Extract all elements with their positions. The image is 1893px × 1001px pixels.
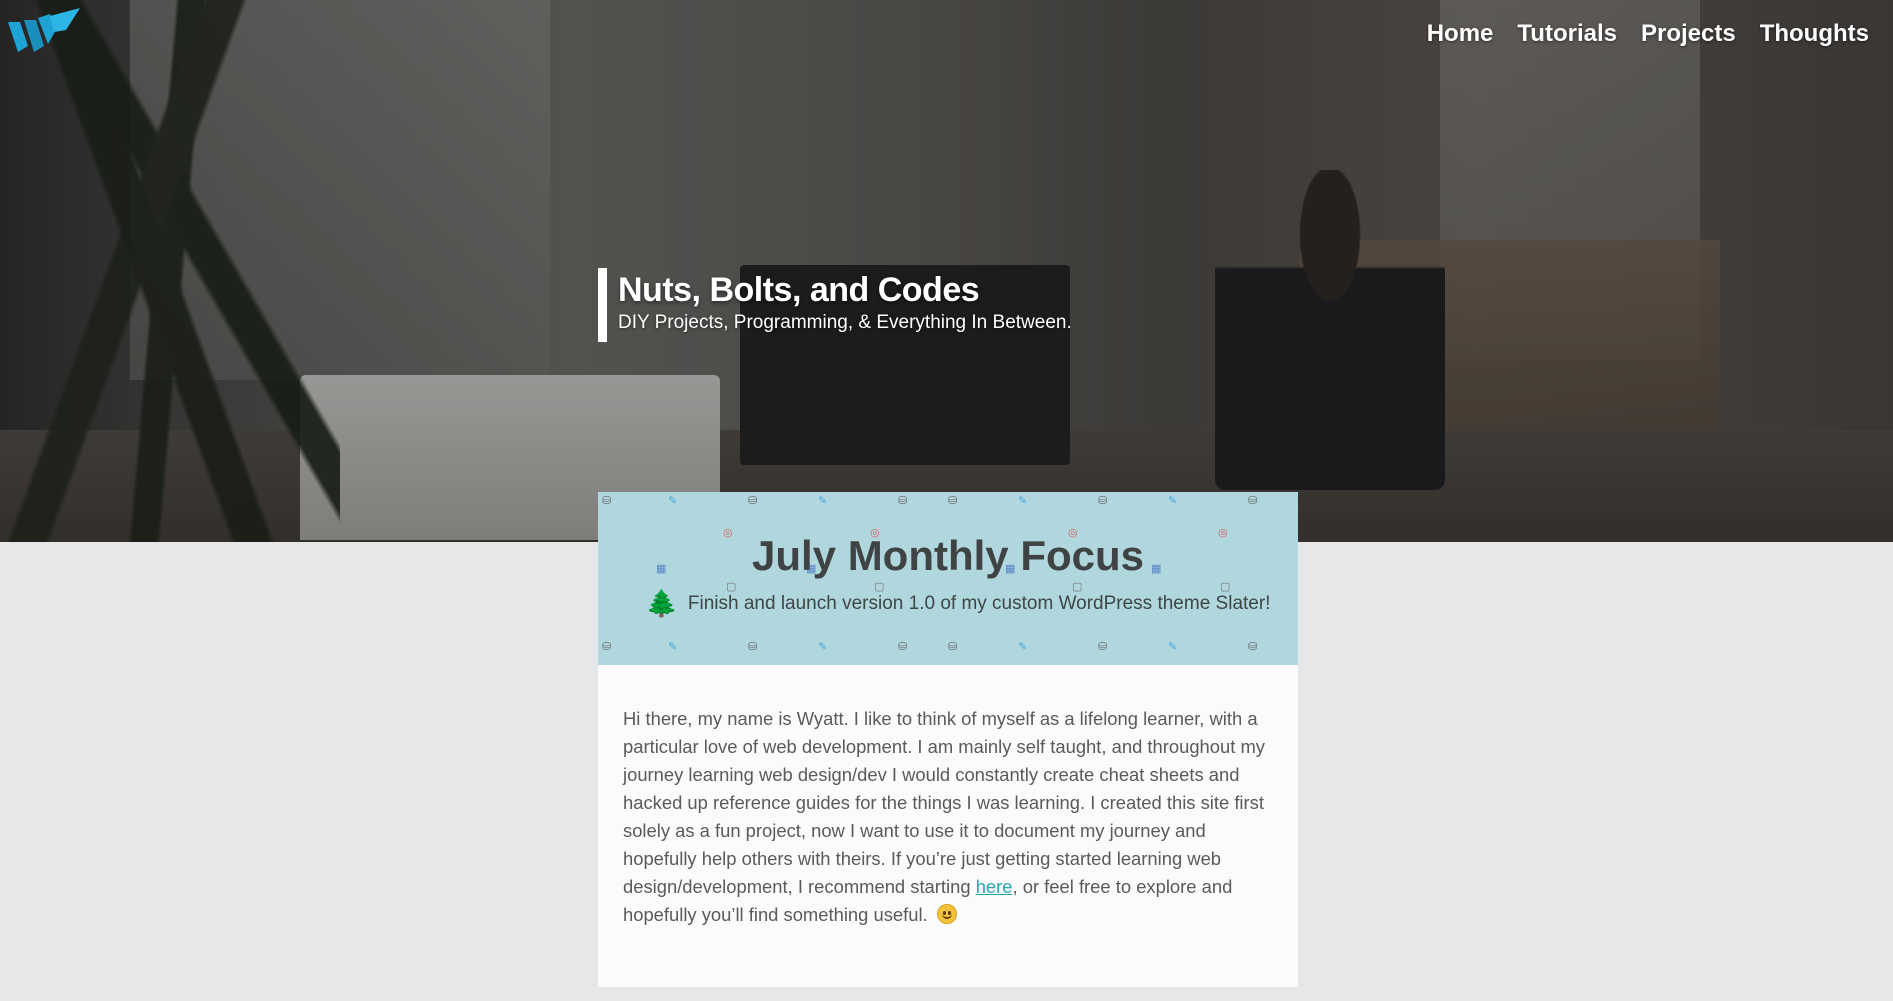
tree-icon: 🌲	[645, 588, 678, 618]
focus-title: July Monthly Focus	[751, 532, 1145, 579]
intro-text: Hi there, my name is Wyatt. I like to th…	[623, 708, 1265, 897]
smile-emoji-icon	[936, 904, 957, 924]
nav-projects[interactable]: Projects	[1641, 20, 1736, 48]
site-tagline: DIY Projects, Programming, & Everything …	[618, 312, 1072, 333]
main-nav: Home Tutorials Projects Thoughts	[1427, 20, 1869, 48]
nav-thoughts[interactable]: Thoughts	[1760, 20, 1869, 48]
nav-home[interactable]: Home	[1427, 20, 1494, 48]
monthly-focus-banner: ⛁ ✎ ⛁ ✎ ⛁ ⛁ ✎ ⛁ ✎ ⛁ ◎ ◎ ◎ ◎ ▦ ▦ ▦ ▦ ▢ ▢ …	[598, 492, 1298, 665]
focus-goal: 🌲 Finish and launch version 1.0 of my cu…	[638, 588, 1278, 619]
site-logo[interactable]	[6, 8, 82, 54]
nav-tutorials[interactable]: Tutorials	[1517, 20, 1617, 48]
site-branding: Nuts, Bolts, and Codes DIY Projects, Pro…	[598, 268, 1072, 342]
intro-paragraph: Hi there, my name is Wyatt. I like to th…	[623, 705, 1273, 929]
focus-goal-text: Finish and launch version 1.0 of my cust…	[687, 592, 1271, 614]
start-here-link[interactable]: here	[976, 876, 1013, 897]
intro-card: Hi there, my name is Wyatt. I like to th…	[598, 665, 1298, 987]
w-logo-icon	[8, 8, 80, 52]
site-title: Nuts, Bolts, and Codes	[618, 271, 980, 309]
